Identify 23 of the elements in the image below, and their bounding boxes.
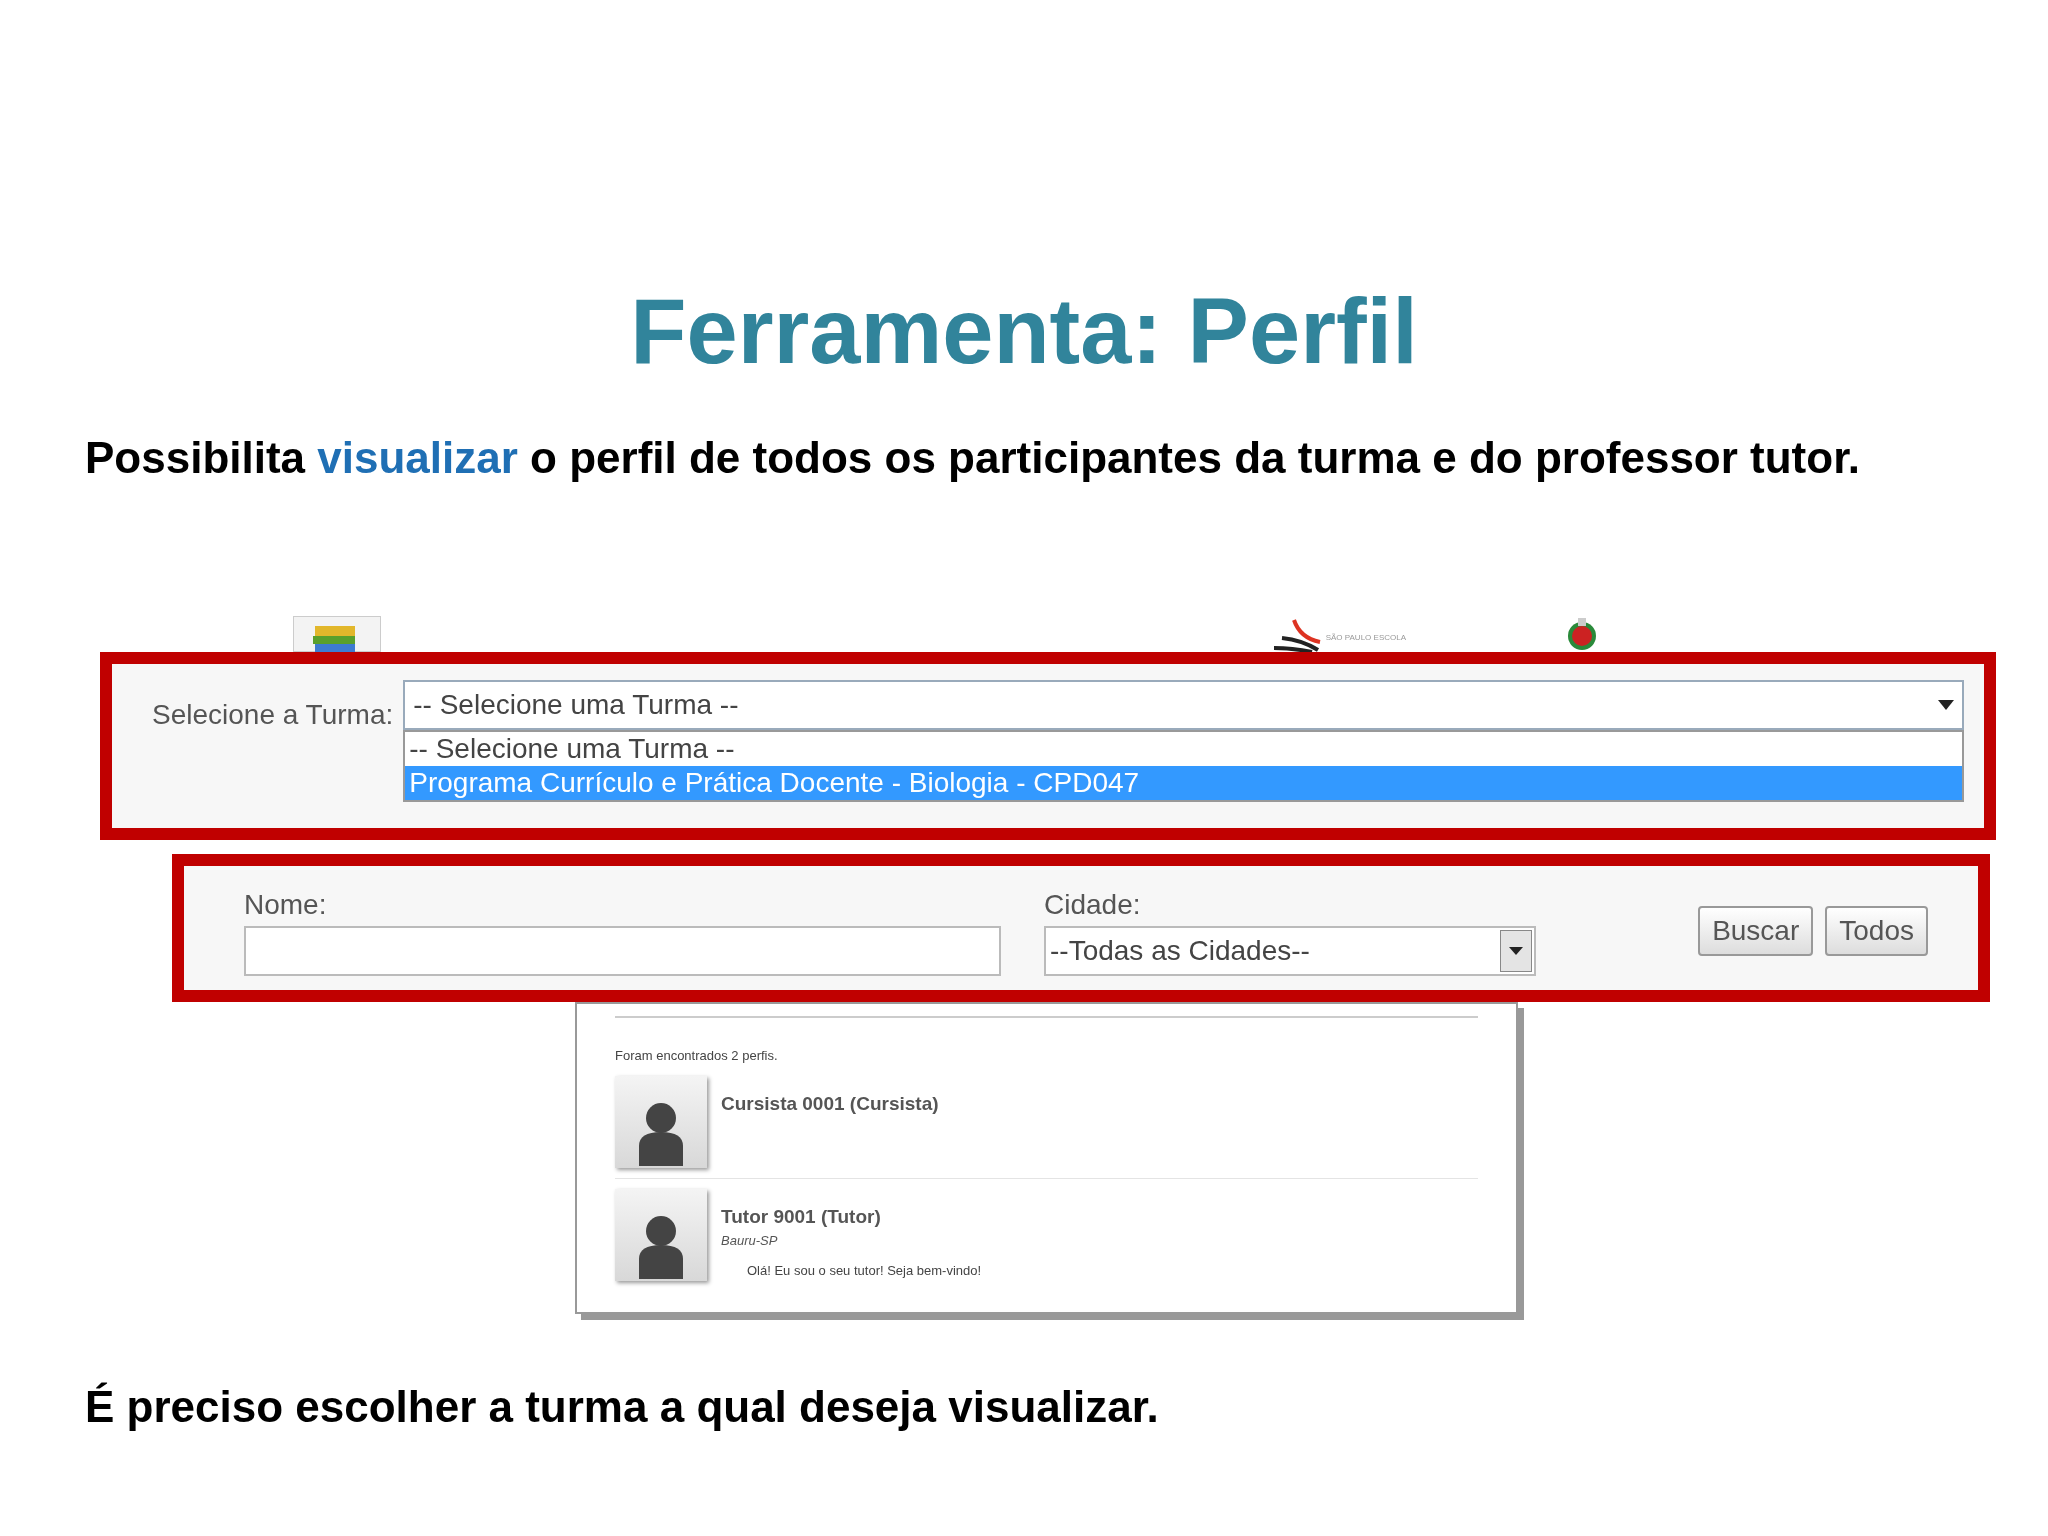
- filter-button[interactable]: Todos: [1825, 906, 1928, 956]
- avatar-icon: [615, 1075, 707, 1168]
- profile-message: Olá! Eu sou o seu tutor! Seja bem-vindo!: [747, 1261, 982, 1280]
- intro-text: Possibilita visualizar o perfil de todos os participantes da turma e do professor tutor.: [85, 432, 1862, 484]
- name-label: Nome:: [244, 888, 328, 922]
- city-label: Cidade:: [1044, 888, 1142, 922]
- slide-title: Ferramenta: Perfil: [630, 285, 1418, 377]
- coat-of-arms-icon: [1566, 616, 1598, 652]
- profile-name[interactable]: Tutor 9001 (Tutor): [721, 1202, 982, 1231]
- arcs-logo-icon: [1271, 618, 1322, 652]
- profile-name[interactable]: Cursista 0001 (Cursista): [721, 1089, 939, 1118]
- results-summary: Foram encontrados 2 perfis.: [615, 1047, 779, 1065]
- avatar-icon: [615, 1188, 707, 1281]
- turma-label: Selecione a Turma:: [152, 698, 394, 732]
- turma-select[interactable]: -- Selecione uma Turma --: [403, 680, 1964, 730]
- filter-button[interactable]: Buscar: [1698, 906, 1814, 956]
- dropdown-arrow-icon: [1938, 700, 1954, 710]
- turma-option[interactable]: -- Selecione uma Turma --: [405, 732, 1962, 766]
- city-select[interactable]: --Todas as Cidades--: [1044, 926, 1536, 976]
- footer-text: É preciso escolher a turma a qual deseja visualizar.: [85, 1381, 1160, 1433]
- profile-city: Bauru-SP: [721, 1232, 779, 1250]
- name-input-field[interactable]: [244, 926, 1001, 976]
- logo-text: SÃO PAULO ESCOLA: [1325, 632, 1406, 644]
